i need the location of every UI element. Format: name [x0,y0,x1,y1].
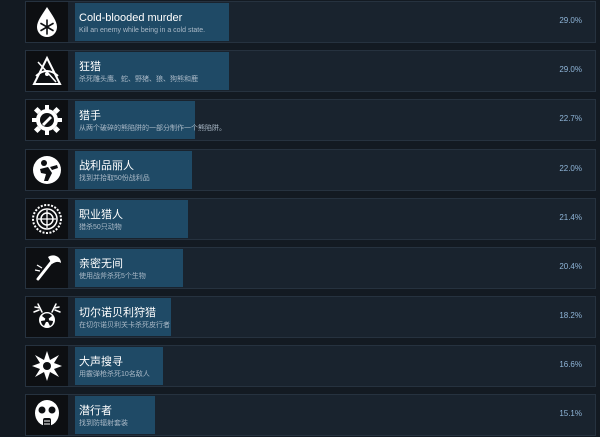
achievement-description: Kill an enemy while being in a cold stat… [79,27,206,34]
achievement-row[interactable]: 职业猎人 猎杀50只动物 21.4% [25,198,596,240]
achievement-icon-box [26,150,68,190]
achievement-description: 使用战斧杀死5个生物 [79,273,146,280]
achievement-row[interactable]: 战利品丽人 找到并拾取50份战利品 22.0% [25,149,596,191]
achievement-description: 用霰弹枪杀死10名敌人 [79,371,150,378]
achievement-title: 猎手 [79,110,101,122]
achievement-icon-box [26,346,68,386]
achievement-title: 大声搜寻 [79,356,123,368]
achievement-row[interactable]: 大声搜寻 用霰弹枪杀死10名敌人 16.6% [25,345,596,387]
achievement-description: 找到防辐射套装 [79,420,128,427]
achievement-icon-box [26,100,68,140]
achievement-icon-box [26,2,68,42]
unlock-percent: 16.6% [559,360,582,369]
achievement-title: Cold-blooded murder [79,12,183,24]
unlock-percent: 15.1% [559,409,582,418]
achievement-icon-box [26,51,68,91]
achievement-row[interactable]: 猎手 从两个破碎的熊陷阱的一部分制作一个熊陷阱。 22.7% [25,99,596,141]
achievement-icon-box [26,297,68,337]
axe-icon [34,255,61,281]
unlock-percent: 29.0% [559,65,582,74]
trap-gear-icon [32,105,62,135]
achievement-list: Cold-blooded murder Kill an enemy while … [0,0,600,437]
achievement-description: 从两个破碎的熊陷阱的一部分制作一个熊陷阱。 [79,125,226,132]
gas-mask-icon [35,400,59,427]
radiation-antlers-icon [33,303,61,328]
achievement-row[interactable]: 切尔诺贝利狩猎 在切尔诺贝利关卡杀死皮行者 18.2% [25,296,596,338]
crosshair-seal-icon [32,204,62,234]
achievement-title: 潜行者 [79,405,112,417]
achievement-row[interactable]: 潜行者 找到防辐射套装 15.1% [25,394,596,436]
achievement-title: 切尔诺贝利狩猎 [79,307,156,319]
unlock-percent: 29.0% [559,16,582,25]
achievement-description: 猎杀50只动物 [79,224,122,231]
achievement-title: 狂猎 [79,61,101,73]
achievement-description: 找到并拾取50份战利品 [79,175,150,182]
snowflake-drop-icon [37,7,57,37]
achievement-icon-box [26,248,68,288]
achievement-row[interactable]: Cold-blooded murder Kill an enemy while … [25,1,596,43]
unlock-percent: 20.4% [559,262,582,271]
achievement-icon-box [26,199,68,239]
achievement-title: 职业猎人 [79,209,123,221]
achievement-description: 杀死雕头鹰、蛇、野猪、狼、狗熊和鹿 [79,76,198,83]
unlock-percent: 22.0% [559,164,582,173]
achievement-icon-box [26,395,68,435]
unlock-percent: 22.7% [559,114,582,123]
achievement-title: 亲密无间 [79,258,123,270]
achievement-title: 战利品丽人 [79,160,134,172]
hunter-bow-icon [32,55,62,85]
loot-grab-icon [33,156,61,184]
achievement-row[interactable]: 狂猎 杀死雕头鹰、蛇、野猪、狼、狗熊和鹿 29.0% [25,50,596,92]
unlock-percent: 21.4% [559,213,582,222]
achievement-row[interactable]: 亲密无间 使用战斧杀死5个生物 20.4% [25,247,596,289]
achievement-description: 在切尔诺贝利关卡杀死皮行者 [79,322,170,329]
unlock-percent: 18.2% [559,311,582,320]
blast-icon [32,351,62,381]
